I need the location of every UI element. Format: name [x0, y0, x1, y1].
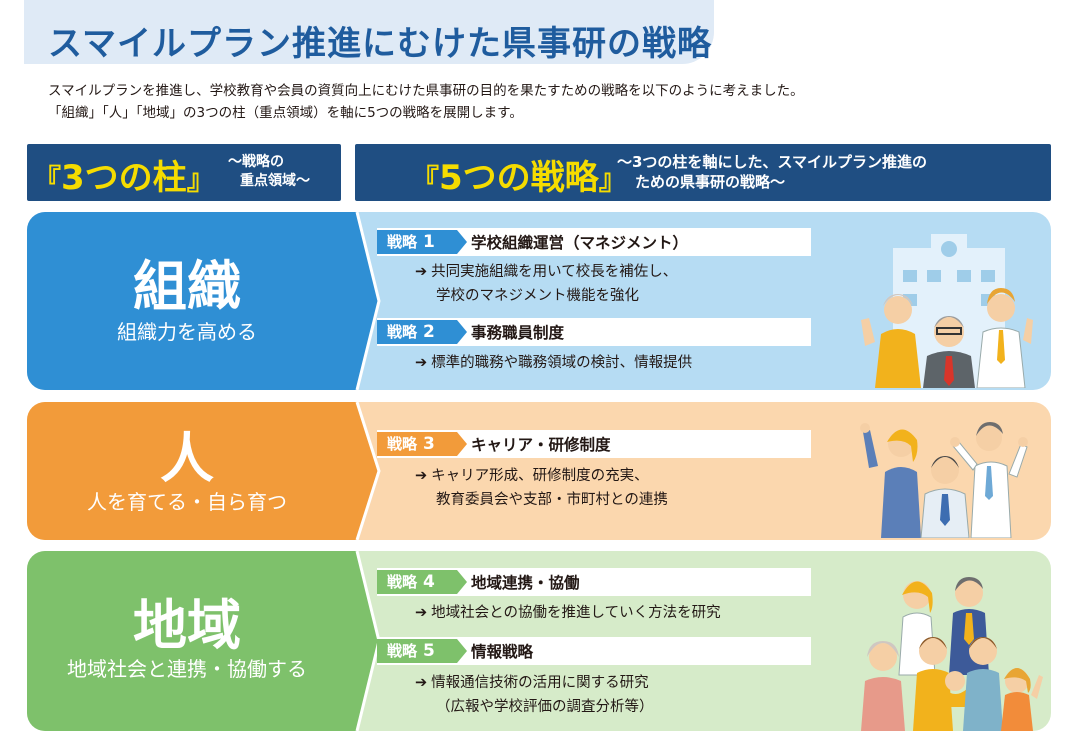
header-pillars-sub-1: ～戦略の	[228, 154, 284, 170]
strategy-4-badge: 戦略 4	[377, 570, 457, 594]
strategy-2-number: 2	[423, 322, 435, 342]
intro-line-1: スマイルプランを推進し、学校教育や会員の資質向上にむけた県事研の目的を果たすため…	[48, 83, 804, 99]
strategy-3-title: キャリア・研修制度	[471, 436, 611, 454]
header-strategies-sub-2: ための県事研の戦略～	[635, 173, 786, 191]
pillar-row-people: 人 人を育てる・自ら育つ 戦略 3 キャリア・研修制度 ➔ キャリア形成、研修制度の…	[27, 402, 1051, 540]
strategy-4-desc: ➔ 地域社会との協働を推進していく方法を研究	[415, 601, 721, 625]
header-strategies-title: 5つの戦略	[439, 158, 599, 198]
cheering-team-illustration	[860, 422, 1028, 538]
page-title: スマイルプラン推進にむけた県事研の戦略	[48, 24, 712, 64]
strategy-4-number: 4	[423, 572, 435, 592]
arrow-right-icon: ➔	[415, 264, 428, 280]
strategy-3-desc-line-1: キャリア形成、研修制度の充実、	[431, 468, 649, 484]
strategy-2-header: 戦略 2 事務職員制度	[377, 318, 811, 346]
strategy-3-badge-label: 戦略	[387, 435, 418, 453]
strategy-1-title: 学校組織運営（マネジメント）	[471, 234, 689, 252]
header-pillars-sub-2: 重点領域～	[240, 173, 310, 189]
community-group-illustration	[861, 577, 1043, 731]
arrow-right-icon: ➔	[415, 468, 428, 484]
strategy-2-badge: 戦略 2	[377, 320, 457, 344]
strategy-5-title: 情報戦略	[471, 643, 534, 661]
strategy-3-desc: ➔ キャリア形成、研修制度の充実、 教育委員会や支部・市町村との連携	[415, 464, 668, 512]
strategy-5-header: 戦略 5 情報戦略	[377, 637, 811, 665]
header-strategies-sub-1: ～3つの柱を軸にした、スマイルプラン推進の	[617, 153, 927, 171]
strategy-4-header: 戦略 4 地域連携・協働	[377, 568, 811, 596]
pillar-subtitle-community: 地域社会と連携・協働する	[67, 657, 307, 681]
strategy-5-badge: 戦略 5	[377, 639, 457, 663]
strategy-1-badge-label: 戦略	[387, 233, 418, 251]
strategy-2-desc-line-1: 標準的職務や職務領域の検討、情報提供	[431, 355, 693, 371]
strategy-5-badge-label: 戦略	[387, 642, 418, 660]
strategy-2-title: 事務職員制度	[471, 324, 565, 342]
pillar-subtitle-organization: 組織力を高める	[117, 320, 257, 344]
strategy-5-desc-line-1: 情報通信技術の活用に関する研究	[431, 675, 649, 691]
strategy-1-header: 戦略 1 学校組織運営（マネジメント）	[377, 228, 811, 256]
pillar-subtitle-people: 人を育てる・自ら育つ	[87, 490, 287, 514]
strategy-2-desc: ➔ 標準的職務や職務領域の検討、情報提供	[415, 351, 692, 375]
strategy-1-desc: ➔ 共同実施組織を用いて校長を補佐し、 学校のマネジメント機能を強化	[415, 260, 677, 308]
strategy-4-title: 地域連携・協働	[471, 574, 580, 592]
badge-notch	[457, 570, 467, 594]
pillar-name-organization: 組織	[133, 255, 241, 318]
chevron-arrow-icon	[345, 402, 381, 540]
strategy-4-badge-label: 戦略	[387, 573, 418, 591]
strategy-5-desc-line-2: （広報や学校評価の調査分析等）	[436, 699, 654, 715]
badge-notch	[457, 639, 467, 663]
badge-notch	[457, 432, 467, 456]
header-pillars-open: 『	[33, 163, 62, 196]
pillar-row-community: 地域 地域社会と連携・協働する 戦略 4 地域連携・協働 ➔ 地域社会との協働を推進…	[27, 551, 1051, 731]
header-pillars: 『3つの柱』 ～戦略の 重点領域～	[27, 144, 341, 201]
strategy-1-desc-line-1: 共同実施組織を用いて校長を補佐し、	[431, 264, 678, 280]
strategy-3-desc-line-2: 教育委員会や支部・市町村との連携	[436, 492, 668, 508]
strategy-3-number: 3	[423, 434, 435, 454]
pillar-row-organization: 組織 組織力を高める 戦略 1 学校組織運営（マネジメント） ➔ 共同実施組織を用い…	[27, 212, 1051, 390]
badge-notch	[457, 230, 467, 254]
header-pillars-title: 3つの柱	[61, 158, 187, 198]
badge-notch	[457, 320, 467, 344]
strategy-1-badge: 戦略 1	[377, 230, 457, 254]
strategy-2-badge-label: 戦略	[387, 323, 418, 341]
header-strategies: 『5つの戦略』 ～3つの柱を軸にした、スマイルプラン推進の ための県事研の戦略～	[355, 144, 1051, 201]
arrow-right-icon: ➔	[415, 605, 428, 621]
office-workers-illustration	[861, 234, 1033, 388]
strategy-4-desc-line-1: 地域社会との協働を推進していく方法を研究	[431, 605, 721, 621]
strategy-3-badge: 戦略 3	[377, 432, 457, 456]
strategy-3-header: 戦略 3 キャリア・研修制度	[377, 430, 811, 458]
arrow-right-icon: ➔	[415, 355, 428, 371]
strategy-1-desc-line-2: 学校のマネジメント機能を強化	[436, 288, 639, 304]
strategy-1-number: 1	[423, 232, 435, 252]
intro-line-2: 「組織」「人」「地域」の3つの柱（重点領域）を軸に5つの戦略を展開します。	[48, 105, 523, 121]
pillar-name-people: 人	[160, 427, 214, 490]
pillar-name-community: 地域	[133, 594, 241, 657]
strategy-5-desc: ➔ 情報通信技術の活用に関する研究 （広報や学校評価の調査分析等）	[415, 671, 654, 719]
header-pillars-close: 』	[186, 163, 215, 196]
arrow-right-icon: ➔	[415, 675, 428, 691]
header-strategies-open: 『	[411, 163, 440, 196]
strategy-5-number: 5	[423, 641, 435, 661]
